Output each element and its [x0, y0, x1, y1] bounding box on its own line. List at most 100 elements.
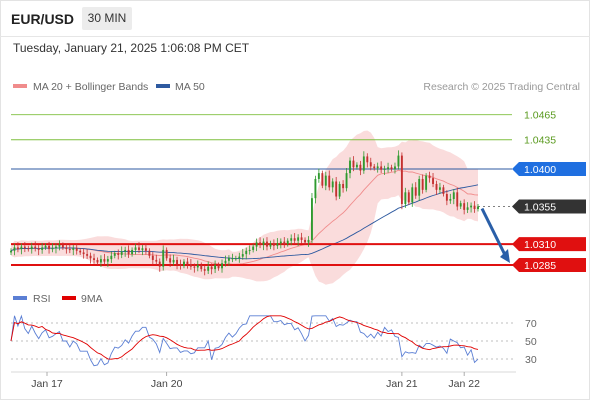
candle-body [297, 237, 300, 241]
bollinger-band-area [11, 130, 478, 285]
candle-body [200, 264, 203, 270]
chart-widget: EUR/USD 30 MIN Tuesday, January 21, 2025… [0, 0, 590, 400]
candle-body [127, 249, 130, 255]
candle-body [124, 249, 127, 252]
candle-body [331, 181, 334, 188]
candle-body [106, 259, 109, 262]
ma9-legend-swatch [62, 296, 76, 300]
x-tick-label: Jan 21 [386, 378, 418, 390]
candle-body [37, 248, 40, 250]
candle-body [82, 252, 85, 255]
candle-body [51, 248, 54, 250]
candle-body [196, 264, 199, 268]
candle-body [34, 246, 37, 249]
candle-body [362, 156, 365, 171]
candle-body [397, 155, 400, 167]
ma50-legend-label: MA 50 [175, 81, 205, 93]
rsi-panel: 30 50 70 [10, 314, 537, 367]
candle-body [86, 254, 89, 256]
candle-body [352, 160, 355, 168]
candle-body [311, 198, 313, 240]
ma20-legend-swatch [13, 84, 27, 88]
candle-body [470, 205, 473, 208]
candle-body [345, 173, 348, 189]
level-label-1.0285: 1.0285 [524, 260, 556, 272]
candle-body [41, 247, 44, 250]
candle-body [290, 238, 293, 241]
candle-body [20, 246, 23, 250]
candle-body [435, 183, 438, 190]
candle-body [241, 254, 244, 257]
candle-body [16, 247, 19, 250]
candle-body [141, 248, 144, 250]
candle-body [207, 266, 210, 271]
candle-body [203, 269, 206, 271]
candle-body [210, 266, 213, 270]
rsi-tick-70: 70 [525, 318, 537, 330]
candle-body [349, 160, 351, 174]
candle-body [279, 241, 282, 244]
forecast-arrow [480, 207, 510, 263]
x-tick-label: Jan 17 [31, 378, 63, 390]
candle-body [407, 192, 410, 203]
candle-body [58, 244, 61, 247]
candle-body [55, 246, 57, 249]
candle-body [421, 178, 424, 190]
candle-body [155, 259, 158, 262]
candle-body [131, 249, 134, 255]
candle-body [221, 263, 223, 269]
candle-body [390, 167, 393, 169]
candle-body [189, 264, 192, 267]
candle-body [456, 192, 459, 207]
candle-body [120, 251, 123, 255]
candle-body [335, 181, 338, 197]
candle-body [99, 259, 102, 263]
candle-body [193, 266, 196, 268]
candle-body [342, 183, 345, 189]
forecast-arrow-shaft [480, 207, 508, 258]
legend-top: MA 20 + Bollinger Bands MA 50 Research ©… [13, 81, 580, 93]
source-label: Research © 2025 Trading Central [423, 81, 580, 93]
candle-body [328, 175, 331, 188]
candle-body [373, 166, 376, 169]
candle-body [162, 249, 165, 267]
candle-body [414, 187, 417, 196]
candle-body [259, 242, 262, 245]
candle-body [276, 243, 279, 246]
level-label-1.0310: 1.0310 [524, 239, 556, 251]
candle-body [432, 178, 434, 184]
candle-body [65, 247, 68, 250]
x-axis: Jan 17 Jan 20 Jan 21 Jan 22 [11, 371, 516, 390]
candle-body [459, 203, 462, 207]
rsi-legend-label: RSI [33, 293, 51, 305]
candle-body [445, 194, 448, 201]
candle-body [138, 247, 140, 250]
candle-body [369, 162, 372, 167]
candle-body [79, 250, 82, 253]
candle-body [359, 164, 362, 171]
candle-body [418, 178, 421, 196]
candle-body [300, 237, 303, 240]
candle-body [383, 168, 386, 170]
rsi-legend-swatch [13, 296, 27, 300]
rsi-tick-50: 50 [525, 336, 537, 348]
candle-body [262, 241, 265, 245]
ma20-legend-label: MA 20 + Bollinger Bands [33, 81, 148, 93]
candle-body [234, 258, 237, 260]
bollinger-bands [11, 130, 478, 285]
candle-body [27, 248, 30, 250]
candle-body [117, 253, 120, 255]
candle-body [158, 261, 161, 267]
level-label-1.0400: 1.0400 [524, 164, 556, 176]
candle-body [272, 243, 275, 246]
candle-body [266, 241, 268, 247]
candle-body [425, 175, 428, 190]
candle-body [238, 256, 241, 259]
candle-body [93, 258, 95, 260]
candle-body [283, 241, 286, 245]
candle-body [452, 192, 455, 200]
candle-body [477, 206, 479, 210]
legend-rsi: RSI 9MA [13, 293, 103, 305]
candle-body [466, 207, 469, 210]
candle-body [317, 173, 320, 179]
